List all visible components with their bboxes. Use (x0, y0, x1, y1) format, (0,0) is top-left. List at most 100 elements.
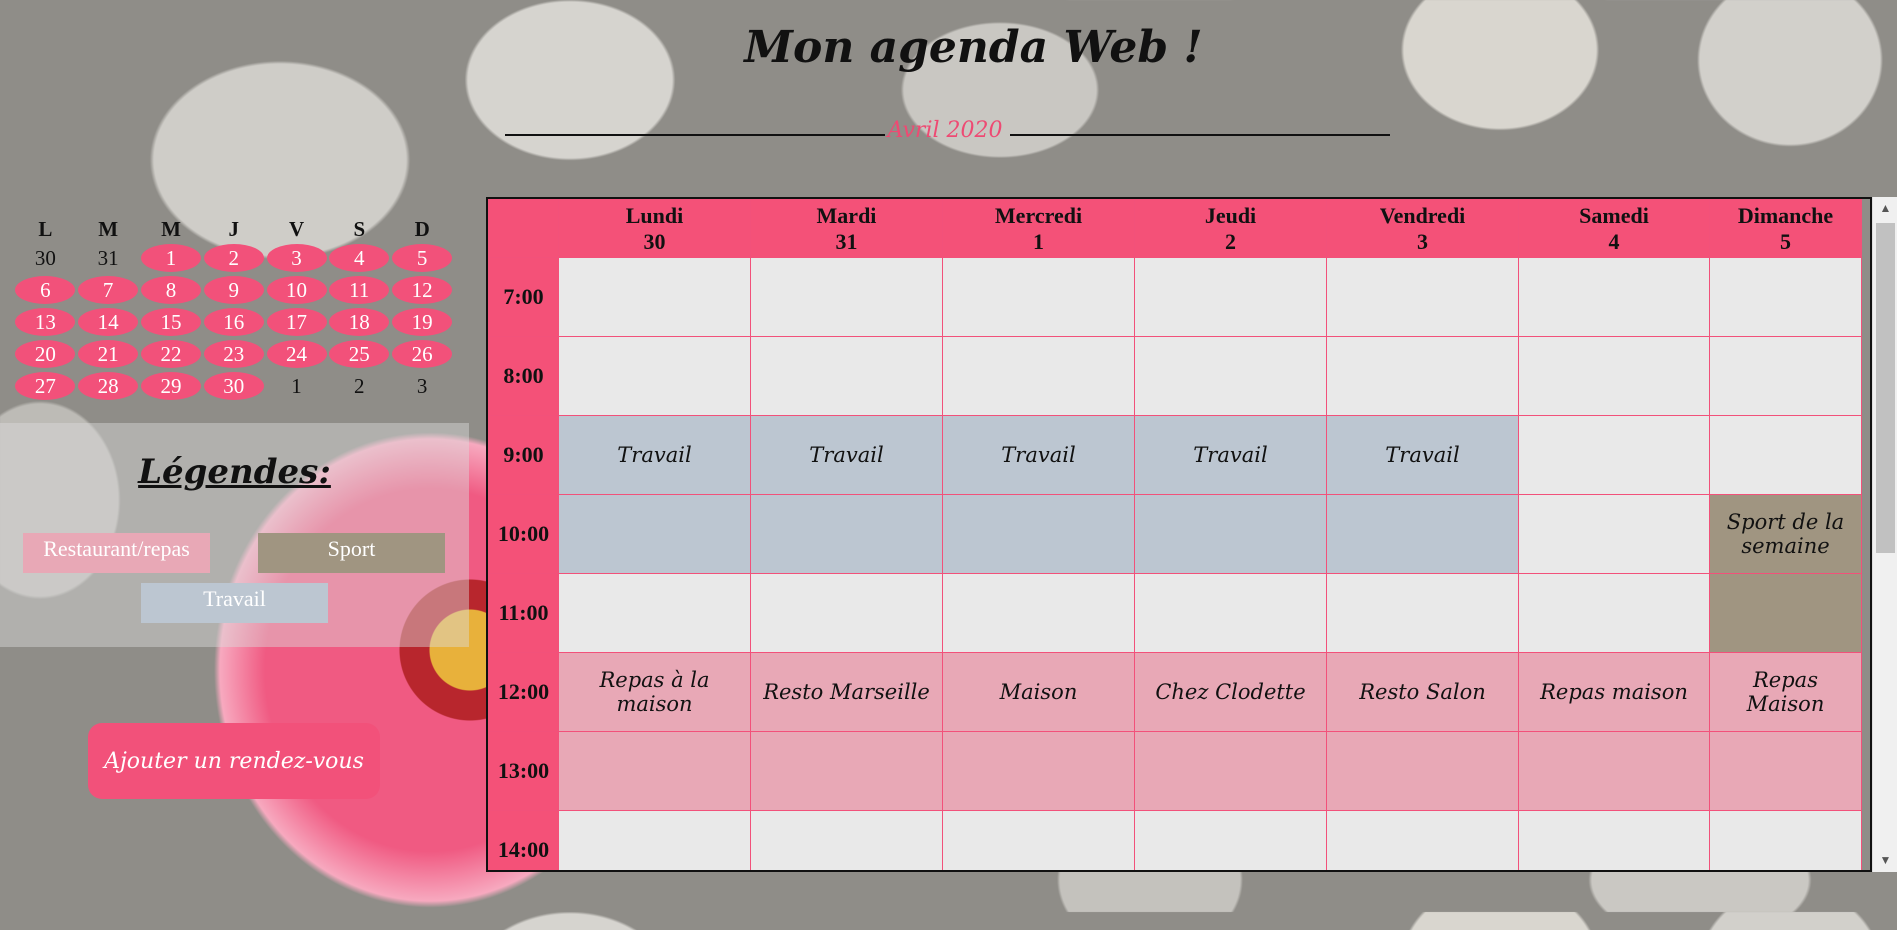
mini-day-other-month[interactable]: 2 (329, 372, 389, 400)
mini-day-current-month[interactable]: 2 (203, 244, 264, 272)
event-lunch[interactable]: Maison (942, 652, 1135, 732)
mini-day-current-month[interactable]: 3 (266, 244, 327, 272)
empty-slot[interactable] (1134, 810, 1327, 870)
mini-day-current-month[interactable]: 30 (203, 372, 264, 400)
mini-day-current-month[interactable]: 4 (329, 244, 390, 272)
mini-day-current-month[interactable]: 1 (140, 244, 201, 272)
event-sport[interactable]: Sport de la semaine (1709, 494, 1862, 574)
empty-slot[interactable] (1709, 257, 1862, 337)
event-lunch[interactable]: Repas à la maison (558, 652, 751, 732)
empty-slot[interactable] (750, 257, 943, 337)
event-lunch-continued[interactable] (942, 731, 1135, 811)
event-work-continued[interactable] (1326, 494, 1519, 574)
empty-slot[interactable] (942, 573, 1135, 653)
mini-day-current-month[interactable]: 20 (15, 340, 76, 368)
empty-slot[interactable] (1518, 336, 1710, 416)
mini-day-current-month[interactable]: 23 (203, 340, 264, 368)
mini-day-current-month[interactable]: 12 (392, 276, 453, 304)
mini-day-current-month[interactable]: 13 (15, 308, 76, 336)
event-lunch-continued[interactable] (1518, 731, 1710, 811)
mini-day-current-month[interactable]: 5 (392, 244, 453, 272)
mini-day-current-month[interactable]: 25 (329, 340, 390, 368)
mini-day-current-month[interactable]: 24 (266, 340, 327, 368)
mini-day-current-month[interactable]: 18 (329, 308, 390, 336)
event-lunch[interactable]: Chez Clodette (1134, 652, 1327, 732)
empty-slot[interactable] (1518, 494, 1710, 574)
empty-slot[interactable] (1134, 336, 1327, 416)
event-work[interactable]: Travail (1134, 415, 1327, 495)
empty-slot[interactable] (558, 257, 751, 337)
mini-day-current-month[interactable]: 8 (140, 276, 201, 304)
mini-day-current-month[interactable]: 29 (140, 372, 201, 400)
scroll-down-icon[interactable]: ▼ (1873, 853, 1897, 868)
event-lunch-continued[interactable] (1326, 731, 1519, 811)
mini-day-current-month[interactable]: 28 (78, 372, 139, 400)
mini-day-current-month[interactable]: 22 (140, 340, 201, 368)
day-header: Mardi 31 (750, 199, 943, 258)
empty-slot[interactable] (558, 336, 751, 416)
mini-day-current-month[interactable]: 21 (78, 340, 139, 368)
event-lunch-continued[interactable] (1134, 731, 1327, 811)
day-number: 3 (1417, 228, 1428, 254)
empty-slot[interactable] (558, 573, 751, 653)
mini-day-current-month[interactable]: 7 (78, 276, 139, 304)
event-work-continued[interactable] (1134, 494, 1327, 574)
mini-day-current-month[interactable]: 11 (329, 276, 390, 304)
event-work[interactable]: Travail (558, 415, 751, 495)
event-work-continued[interactable] (750, 494, 943, 574)
event-lunch[interactable]: Repas Maison (1709, 652, 1862, 732)
empty-slot[interactable] (1326, 336, 1519, 416)
empty-slot[interactable] (1518, 415, 1710, 495)
empty-slot[interactable] (1326, 257, 1519, 337)
empty-slot[interactable] (1518, 257, 1710, 337)
mini-day-current-month[interactable]: 14 (78, 308, 139, 336)
empty-slot[interactable] (942, 257, 1135, 337)
empty-slot[interactable] (1518, 810, 1710, 870)
event-sport-continued[interactable] (1709, 573, 1862, 653)
event-lunch-continued[interactable] (558, 731, 751, 811)
event-lunch-continued[interactable] (1709, 731, 1862, 811)
empty-slot[interactable] (750, 810, 943, 870)
day-number: 1 (1033, 228, 1044, 254)
mini-day-current-month[interactable]: 27 (15, 372, 76, 400)
mini-day-other-month[interactable]: 31 (78, 244, 138, 272)
empty-slot[interactable] (750, 336, 943, 416)
mini-day-current-month[interactable]: 26 (392, 340, 453, 368)
scroll-thumb[interactable] (1876, 223, 1895, 553)
event-work[interactable]: Travail (750, 415, 943, 495)
empty-slot[interactable] (942, 336, 1135, 416)
mini-day-current-month[interactable]: 17 (266, 308, 327, 336)
event-lunch[interactable]: Repas maison (1518, 652, 1710, 732)
empty-slot[interactable] (942, 810, 1135, 870)
mini-day-header: J (228, 217, 240, 241)
event-work-continued[interactable] (942, 494, 1135, 574)
mini-day-other-month[interactable]: 3 (392, 372, 452, 400)
event-lunch-continued[interactable] (750, 731, 943, 811)
empty-slot[interactable] (1326, 573, 1519, 653)
empty-slot[interactable] (1709, 810, 1862, 870)
mini-day-current-month[interactable]: 9 (203, 276, 264, 304)
mini-day-current-month[interactable]: 19 (392, 308, 453, 336)
event-work-continued[interactable] (558, 494, 751, 574)
empty-slot[interactable] (558, 810, 751, 870)
event-work[interactable]: Travail (942, 415, 1135, 495)
event-lunch[interactable]: Resto Marseille (750, 652, 943, 732)
event-lunch[interactable]: Resto Salon (1326, 652, 1519, 732)
mini-day-current-month[interactable]: 6 (15, 276, 76, 304)
empty-slot[interactable] (1709, 415, 1862, 495)
event-work[interactable]: Travail (1326, 415, 1519, 495)
mini-day-other-month[interactable]: 1 (267, 372, 327, 400)
mini-day-other-month[interactable]: 30 (15, 244, 75, 272)
empty-slot[interactable] (1518, 573, 1710, 653)
agenda-scrollbar[interactable]: ▲ ▼ (1872, 197, 1897, 872)
mini-day-current-month[interactable]: 10 (266, 276, 327, 304)
empty-slot[interactable] (1134, 257, 1327, 337)
mini-day-current-month[interactable]: 15 (140, 308, 201, 336)
add-appointment-button[interactable]: Ajouter un rendez-vous (88, 723, 380, 799)
empty-slot[interactable] (1709, 336, 1862, 416)
scroll-up-icon[interactable]: ▲ (1873, 201, 1897, 216)
empty-slot[interactable] (1134, 573, 1327, 653)
mini-day-current-month[interactable]: 16 (203, 308, 264, 336)
empty-slot[interactable] (750, 573, 943, 653)
empty-slot[interactable] (1326, 810, 1519, 870)
